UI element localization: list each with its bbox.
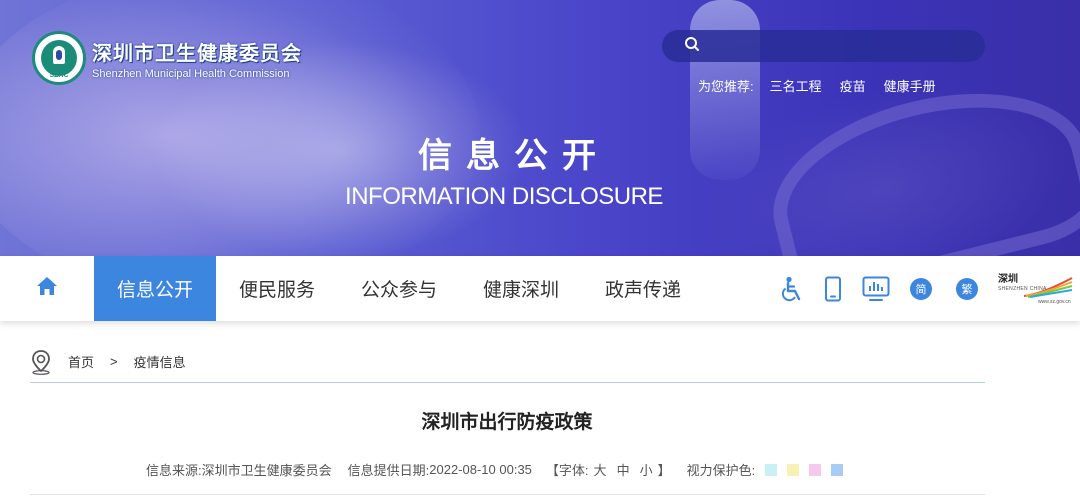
breadcrumb-separator: > (110, 354, 118, 369)
shenzhen-gov-logo[interactable]: 深圳 SHENZHEN CHINA www.sz.gov.cn (998, 270, 1074, 308)
eye-care-color-yellow[interactable] (787, 463, 800, 476)
article-meta: 信息来源: 深圳市卫生健康委员会 信息提供日期: 2022-08-10 00:3… (146, 460, 844, 479)
source-value: 深圳市卫生健康委员会 (201, 463, 332, 478)
recommend-label: 为您推荐: (698, 79, 754, 94)
logo-title-en: Shenzhen Municipal Health Commission (92, 67, 290, 80)
breadcrumb: 首页 > 疫情信息 (30, 347, 985, 383)
recommend-link-handbook[interactable]: 健康手册 (884, 76, 936, 95)
nav-item-healthy-shenzhen[interactable]: 健康深圳 (460, 256, 582, 321)
stats-screen-icon[interactable] (862, 276, 890, 302)
nav-tools: 简 繁 (780, 256, 998, 321)
search-bar[interactable] (662, 30, 985, 62)
nav-item-public-participation[interactable]: 公众参与 (338, 256, 460, 321)
eye-care-color-pink[interactable] (809, 463, 822, 476)
location-pin-icon (30, 349, 52, 375)
logo-title-cn: 深圳市卫生健康委员会 (92, 42, 302, 65)
search-icon[interactable] (684, 36, 700, 57)
logo-emblem-icon: SZHC (32, 31, 86, 85)
shenzhen-logo-en: SHENZHEN CHINA (998, 286, 1047, 292)
site-logo[interactable]: SZHC 深圳市卫生健康委员会 Shenzhen Municipal Healt… (32, 31, 302, 85)
recommend-links: 为您推荐: 三名工程 疫苗 健康手册 (698, 76, 936, 95)
search-input[interactable] (708, 38, 978, 54)
date-value: 2022-08-10 00:35 (429, 462, 532, 477)
font-size-medium-button[interactable]: 中 (617, 460, 630, 479)
header-banner: SZHC 深圳市卫生健康委员会 Shenzhen Municipal Healt… (0, 0, 1080, 256)
banner-title-cn: 信息公开 (418, 137, 610, 175)
nav-item-public-service[interactable]: 便民服务 (216, 256, 338, 321)
simplified-chinese-button[interactable]: 简 (910, 277, 932, 300)
traditional-chinese-button[interactable]: 繁 (956, 277, 978, 300)
font-size-small-button[interactable]: 小 (640, 460, 653, 479)
shenzhen-logo-cn: 深圳 (998, 274, 1018, 285)
nav-item-policy-delivery[interactable]: 政声传递 (582, 256, 704, 321)
divider (30, 494, 985, 495)
mobile-icon[interactable] (824, 276, 842, 302)
nav-item-info-disclosure[interactable]: 信息公开 (94, 256, 216, 321)
eye-care-label: 视力保护色: (686, 463, 756, 478)
article-title: 深圳市出行防疫政策 (421, 412, 593, 433)
banner-title-en: INFORMATION DISCLOSURE (345, 183, 663, 210)
font-size-large-button[interactable]: 大 (594, 460, 607, 479)
home-icon (36, 276, 58, 301)
breadcrumb-home[interactable]: 首页 (68, 352, 94, 371)
font-size-open: 【字体: (545, 463, 589, 478)
font-size-close: 】 (657, 463, 671, 478)
source-label: 信息来源: (146, 463, 202, 478)
date-label: 信息提供日期: (347, 463, 430, 478)
shenzhen-logo-url: www.sz.gov.cn (1038, 299, 1071, 305)
breadcrumb-current[interactable]: 疫情信息 (134, 352, 186, 371)
eye-care-color-blue[interactable] (831, 463, 844, 476)
home-button[interactable] (0, 256, 94, 321)
recommend-link-sanming[interactable]: 三名工程 (770, 76, 822, 95)
eye-care-color-cyan[interactable] (765, 463, 778, 476)
accessibility-icon[interactable] (780, 276, 804, 302)
main-nav: 信息公开 便民服务 公众参与 健康深圳 政声传递 简 繁 深圳 SHENZHEN… (0, 256, 1080, 321)
recommend-link-vaccine[interactable]: 疫苗 (840, 76, 866, 95)
